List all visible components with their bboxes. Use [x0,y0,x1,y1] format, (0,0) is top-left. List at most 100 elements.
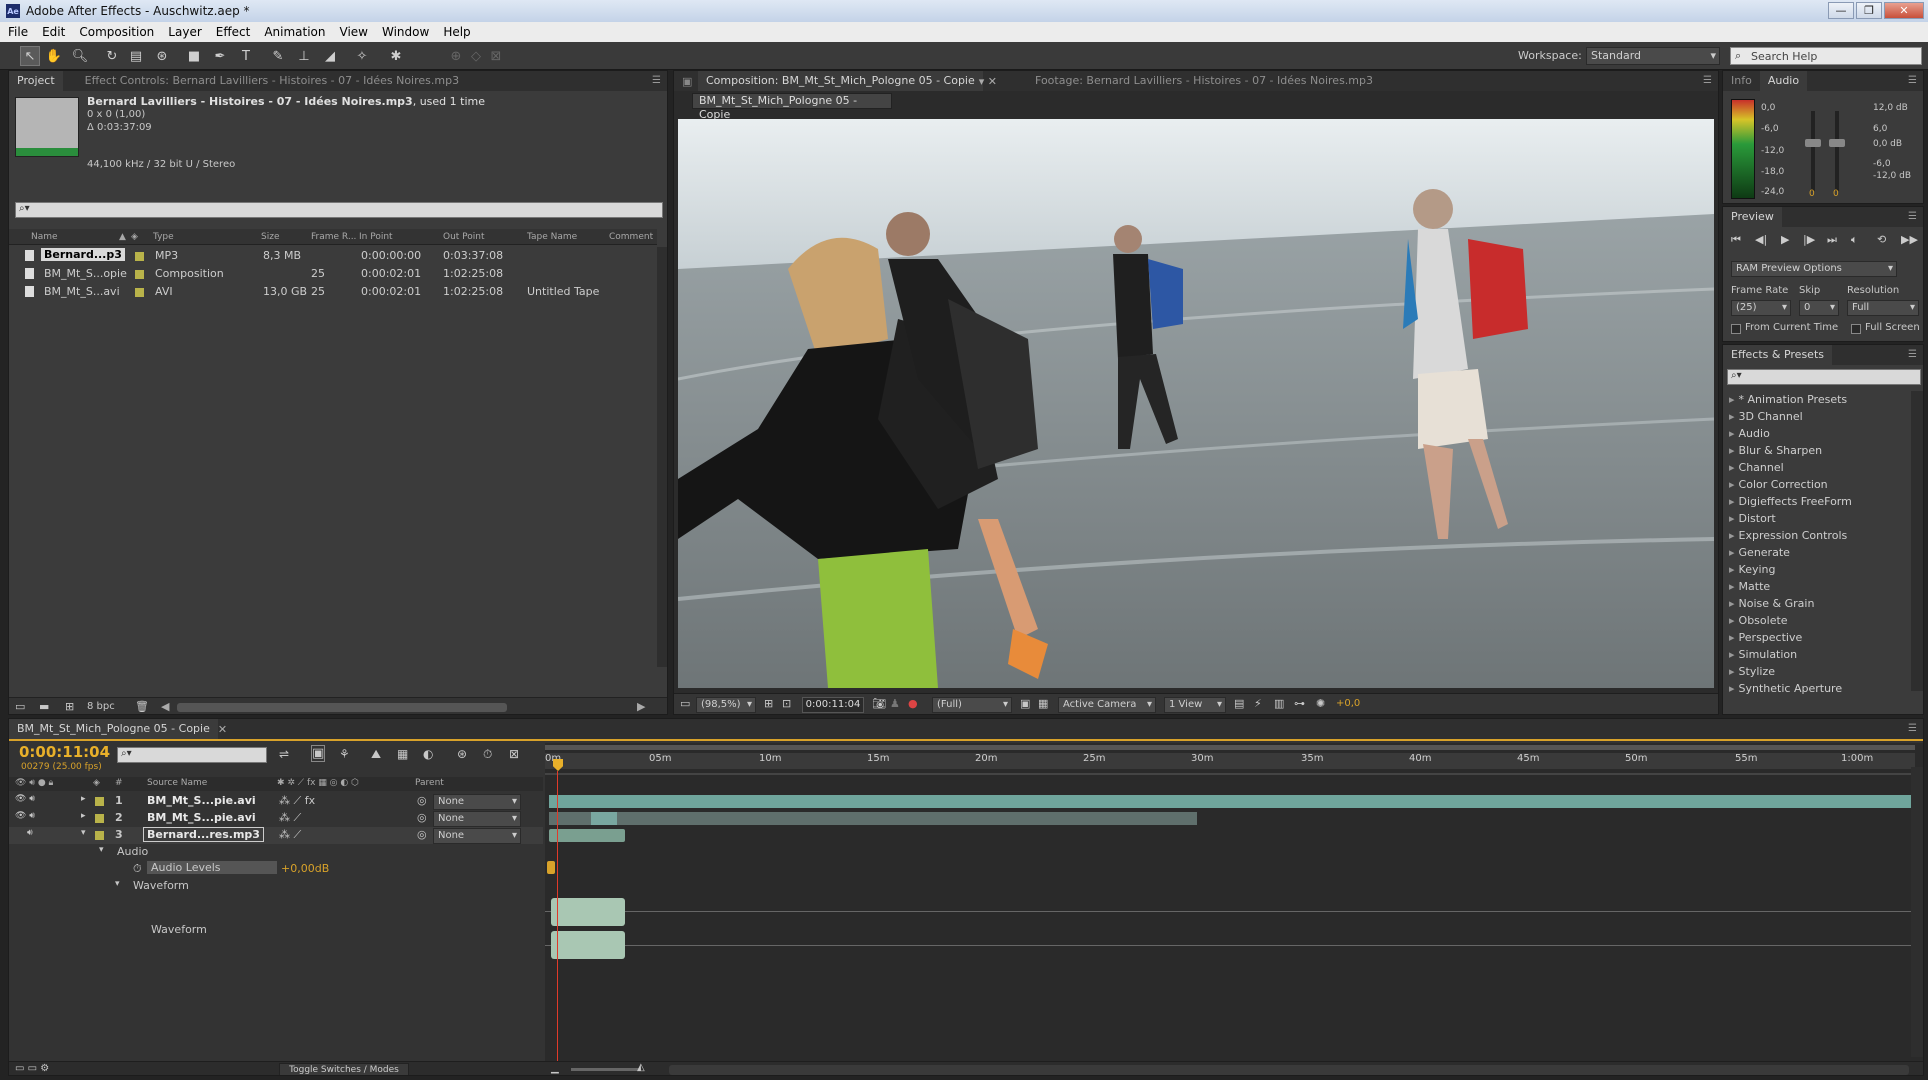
tab-audio[interactable]: Audio [1759,71,1808,91]
col-name[interactable]: Name [31,229,58,245]
tab-footage[interactable]: Footage: Bernard Lavilliers - Histoires … [1011,71,1381,91]
effects-item[interactable]: Channel [1729,459,1784,476]
layer-name[interactable]: Bernard...res.mp3 [143,827,264,842]
maximize-button[interactable]: ❐ [1856,2,1882,19]
audio-levels-row[interactable]: ⏱ Audio Levels +0,00dB [9,861,543,878]
effects-item[interactable]: Generate [1729,544,1790,561]
menu-composition[interactable]: Composition [79,25,154,39]
view-layout-dropdown[interactable]: 1 View [1164,697,1226,713]
timeline-vertical-scrollbar[interactable] [1911,767,1923,1057]
current-time-field[interactable]: 0:00:11:04 [802,697,864,713]
parent-pickwhip-icon[interactable]: ◎ [417,811,427,824]
transparency-grid-icon[interactable]: ▦ [1038,697,1048,710]
bpc-label[interactable]: 8 bpc [87,701,115,712]
col-out-point[interactable]: Out Point [443,229,485,245]
zoom-out-icon[interactable]: ▁ [551,1063,559,1074]
col-size[interactable]: Size [261,229,279,245]
project-scrollbar[interactable] [657,247,667,667]
audio-levels-value[interactable]: +0,00dB [281,862,329,875]
graph-editor-icon[interactable]: ⊠ [509,747,519,761]
type-tool-icon[interactable]: T [236,46,256,66]
mute-audio-icon[interactable]: 🔈︎ [1851,233,1858,247]
current-time-indicator-head[interactable] [553,759,563,771]
visibility-icon[interactable]: 👁︎ 🔊︎ [15,811,35,821]
effects-item[interactable]: 3D Channel [1729,408,1803,425]
ram-preview-options-dropdown[interactable]: RAM Preview Options [1731,261,1897,277]
effects-item[interactable]: Noise & Grain [1729,595,1815,612]
new-composition-icon[interactable]: ⊞ [65,700,74,713]
new-folder-icon[interactable]: ▬ [39,700,49,713]
label-swatch[interactable] [135,252,144,261]
toggle-pixel-aspect-icon[interactable]: ▤ [1234,697,1244,710]
snapshot-icon[interactable]: 📷︎ [872,697,886,710]
tab-timeline[interactable]: BM_Mt_St_Mich_Pologne 05 - Copie [9,719,218,739]
menu-edit[interactable]: Edit [42,25,65,39]
footer-icons[interactable]: ▭ ▭ ⚙ [15,1063,49,1074]
zoom-slider[interactable] [571,1068,641,1071]
expand-icon[interactable]: ▸ [81,794,86,804]
stopwatch-icon[interactable]: ⏱ [133,862,142,876]
effects-item[interactable]: Blur & Sharpen [1729,442,1823,459]
frame-blending-icon[interactable]: ▦ [397,747,408,761]
puppet-tool-icon[interactable]: ✱ [386,46,406,66]
effects-item[interactable]: Obsolete [1729,612,1788,629]
search-help-input[interactable]: ⌕ Search Help [1730,47,1922,65]
menu-layer[interactable]: Layer [168,25,201,39]
comp-breadcrumb[interactable]: BM_Mt_St_Mich_Pologne 05 - Copie [692,93,892,121]
zoom-in-icon[interactable]: ◭ [637,1062,645,1073]
zoom-tool-icon[interactable]: 🔍︎ [70,46,90,66]
panel-menu-icon[interactable]: ☰ [1908,211,1917,222]
exposure-reset-icon[interactable]: ✺ [1316,697,1325,710]
lock-icon[interactable]: ▣ [682,75,692,88]
audio-level-keyframe[interactable] [547,861,555,874]
brainstorm-icon[interactable]: ⊛ [457,747,467,761]
effects-item[interactable]: Digieffects FreeForm [1729,493,1852,510]
audio-group-row[interactable]: ▾ Audio [9,844,543,861]
panel-menu-icon[interactable]: ☰ [1703,75,1712,86]
waveform-group-row[interactable]: ▾ Waveform [9,878,543,895]
tab-preview[interactable]: Preview [1723,207,1782,227]
safe-zones-icon[interactable]: ⊞ [764,697,773,710]
layer-row[interactable]: 👁︎ 🔊︎ ▸ 2 BM_Mt_S...pie.avi ⁂ ⟋ ◎ None [9,810,543,827]
draft-3d-icon[interactable]: ⚘ [339,747,350,761]
work-area-bar[interactable] [545,745,1915,750]
rotate-tool-icon[interactable]: ↻ [102,46,122,66]
label-swatch[interactable] [135,270,144,279]
visibility-icon[interactable]: 👁︎ 🔊︎ [15,794,35,804]
parent-pickwhip-icon[interactable]: ◎ [417,794,427,807]
collapse-icon[interactable]: ▾ [81,828,86,838]
audio-enable-icon[interactable]: 🔊︎ [27,828,33,838]
effects-scrollbar[interactable] [1911,391,1923,691]
tab-effect-controls[interactable]: Effect Controls: Bernard Lavilliers - Hi… [63,71,467,91]
resolution-dropdown[interactable]: Full [1847,300,1919,316]
effects-item[interactable]: Keying [1729,561,1776,578]
label-swatch[interactable] [135,288,144,297]
right-volume-handle[interactable] [1829,139,1845,147]
panel-menu-icon[interactable]: ☰ [1908,349,1917,360]
auto-keyframe-icon[interactable]: ⏱ [483,747,492,762]
col-tape-name[interactable]: Tape Name [527,229,577,245]
time-ruler[interactable]: 0m 05m 10m 15m 20m 25m 30m 35m 40m 45m 5… [545,753,1915,769]
eraser-tool-icon[interactable]: ◢ [320,46,340,66]
tab-project[interactable]: Project [9,71,63,91]
effects-item[interactable]: Matte [1729,578,1771,595]
tab-info[interactable]: Info [1723,71,1760,91]
timeline-horizontal-scrollbar[interactable] [669,1065,1909,1075]
col-comment[interactable]: Comment [609,229,653,245]
first-frame-icon[interactable]: ⏮ [1731,233,1741,247]
close-button[interactable]: ✕ [1884,2,1924,19]
clone-stamp-tool-icon[interactable]: ⊥ [294,46,314,66]
comp-dropdown-icon[interactable]: ▾ ✕ [979,75,997,88]
layer-label-swatch[interactable] [95,814,104,823]
panel-menu-icon[interactable]: ☰ [1908,75,1917,86]
brush-tool-icon[interactable]: ✎ [268,46,288,66]
scroll-right-icon[interactable]: ▶ [637,700,645,713]
effects-item[interactable]: Expression Controls [1729,527,1848,544]
collapse-icon[interactable]: ▾ [115,879,120,889]
ram-preview-icon[interactable]: ▶▶ [1901,233,1918,246]
comp-mini-flowchart-icon[interactable]: ⇌ [279,747,289,761]
interpret-footage-icon[interactable]: ▭ [15,700,25,713]
always-preview-icon[interactable]: ▭ [680,697,690,710]
menu-file[interactable]: File [8,25,28,39]
timeline-search-input[interactable]: ⌕▾ [117,747,267,763]
